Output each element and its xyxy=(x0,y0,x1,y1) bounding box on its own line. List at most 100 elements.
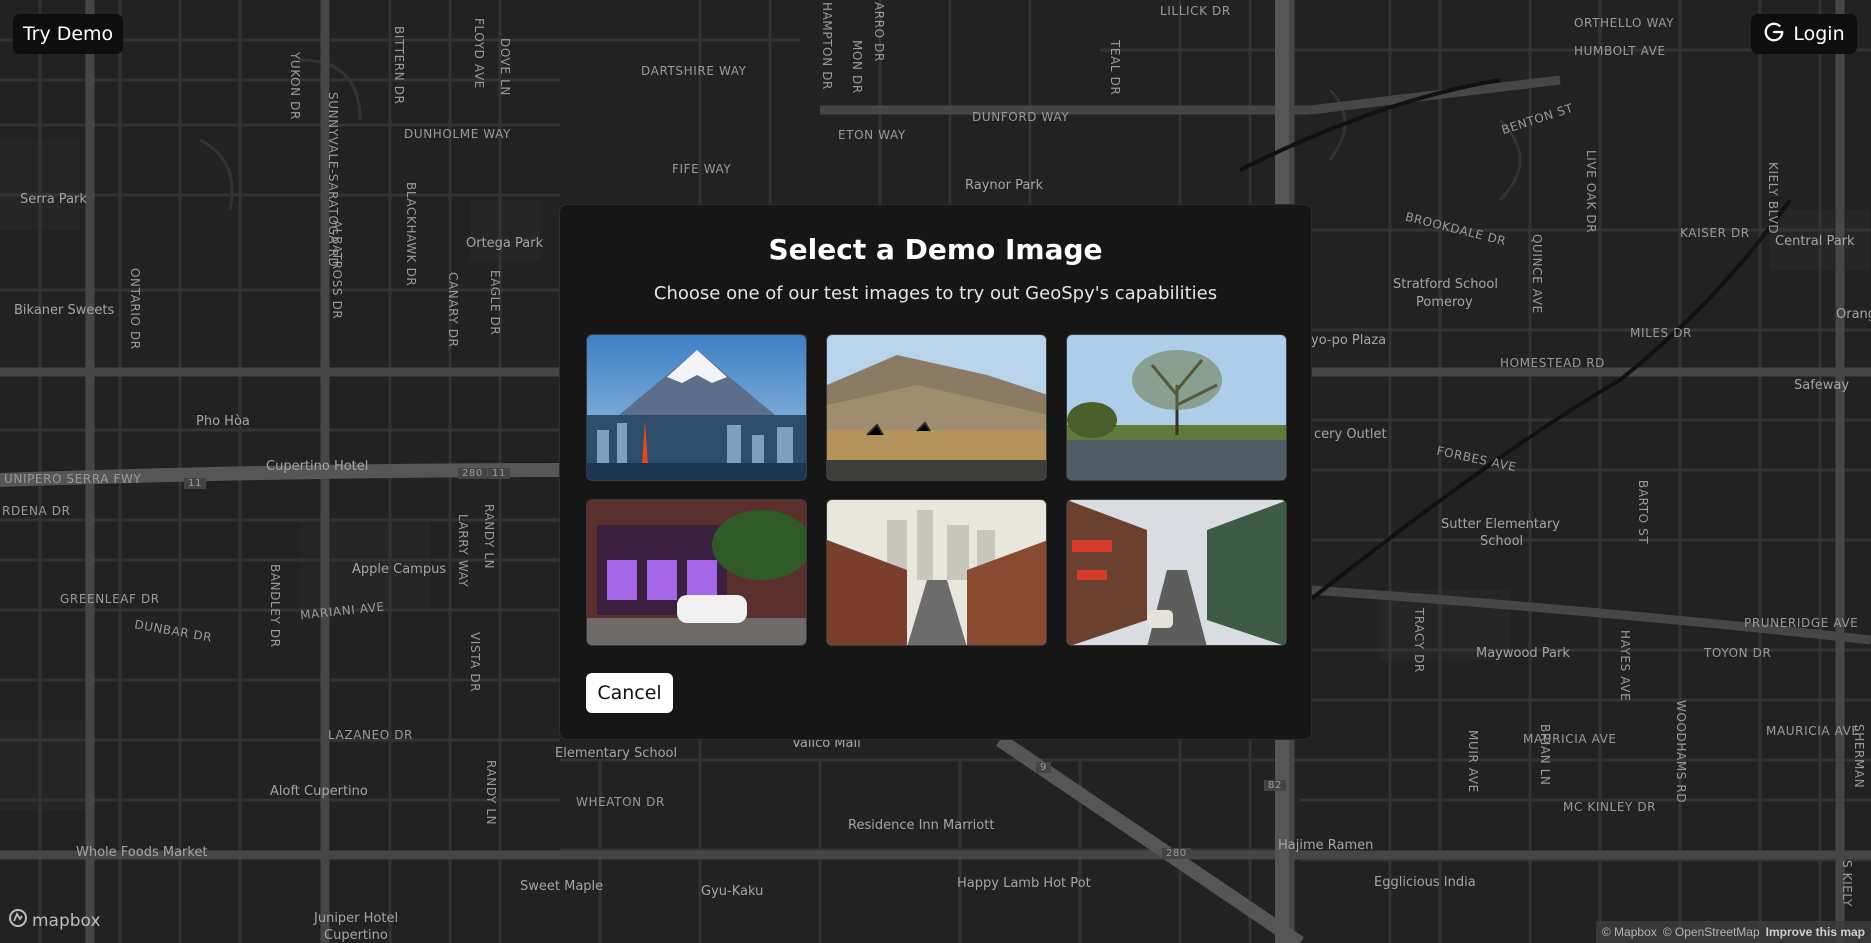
poi-label[interactable]: yo-po Plaza xyxy=(1311,333,1386,348)
poi-label[interactable]: Happy Lamb Hot Pot xyxy=(957,876,1091,891)
poi-label[interactable]: Hajime Ramen xyxy=(1278,838,1373,853)
route-shield: 280 xyxy=(458,468,487,479)
poi-label[interactable]: Raynor Park xyxy=(965,178,1043,193)
poi-label[interactable]: Sutter Elementary xyxy=(1441,517,1560,532)
poi-label[interactable]: Sweet Maple xyxy=(520,879,603,894)
poi-label[interactable]: Egglicious India xyxy=(1374,875,1476,890)
poi-label[interactable]: Maywood Park xyxy=(1476,646,1570,661)
street-label: TEAL DR xyxy=(1108,40,1122,96)
street-label: MUIR AVE xyxy=(1466,730,1480,793)
poi-label[interactable]: Cupertino xyxy=(324,928,388,943)
cancel-button[interactable]: Cancel xyxy=(586,673,673,713)
street-label: TOYON DR xyxy=(1704,646,1772,660)
demo-image-chinatown[interactable] xyxy=(1066,499,1287,646)
street-label: BLACKHAWK DR xyxy=(404,182,418,287)
street-label: HUMBOLT AVE xyxy=(1574,44,1666,58)
poi-label[interactable]: Ortega Park xyxy=(466,236,543,251)
street-label: EAGLE DR xyxy=(488,270,502,336)
poi-label[interactable]: Juniper Hotel xyxy=(314,911,398,926)
route-shield: 280 xyxy=(1162,848,1191,859)
demo-image-dialog: Select a Demo Image Choose one of our te… xyxy=(559,204,1312,740)
street-label: WHEATON DR xyxy=(576,795,665,809)
street-label: GREENLEAF DR xyxy=(60,592,160,606)
street-label: LARRY WAY xyxy=(456,514,470,588)
mapbox-logo-text: mapbox xyxy=(32,910,101,931)
street-label: DUNHOLME WAY xyxy=(404,127,511,141)
try-demo-label: Try Demo xyxy=(22,23,114,45)
street-label: RDENA DR xyxy=(2,504,71,518)
attribution-osm-link[interactable]: © OpenStreetMap xyxy=(1663,925,1760,939)
street-label: BARTO ST xyxy=(1636,480,1650,545)
route-shield: 11 xyxy=(184,478,206,489)
street-label: DARTSHIRE WAY xyxy=(641,64,747,78)
poi-label[interactable]: Apple Campus xyxy=(352,562,446,577)
improve-map-link[interactable]: Improve this map xyxy=(1766,925,1865,939)
street-label: CANARY DR xyxy=(446,272,460,348)
street-label: ETON WAY xyxy=(838,128,906,142)
poi-label[interactable]: Residence Inn Marriott xyxy=(848,818,994,833)
street-label: BRIAN LN xyxy=(1538,724,1552,786)
street-label: QUINCE AVE xyxy=(1530,234,1544,314)
street-label: SHERMAN xyxy=(1852,724,1866,789)
street-label: VISTA DR xyxy=(468,632,482,693)
login-label: Login xyxy=(1793,23,1845,45)
street-label: PRUNERIDGE AVE xyxy=(1744,616,1859,630)
street-label: ONTARIO DR xyxy=(128,268,142,350)
poi-label[interactable]: Stratford School xyxy=(1393,277,1498,292)
street-label: KIELY BLVD xyxy=(1766,162,1780,235)
poi-label[interactable]: Safeway xyxy=(1794,378,1849,393)
street-label: LAZANEO DR xyxy=(328,728,413,742)
street-label: WOODHAMS RD xyxy=(1674,700,1688,804)
street-label: ALBATROSS DR xyxy=(330,220,344,320)
demo-image-storefront[interactable] xyxy=(586,499,807,646)
street-label: DOVE LN xyxy=(498,38,512,96)
poi-label[interactable]: Bikaner Sweets xyxy=(14,303,114,318)
poi-label[interactable]: Pho Hòa xyxy=(196,414,250,429)
poi-label[interactable]: Pomeroy xyxy=(1416,295,1473,310)
try-demo-button[interactable]: Try Demo xyxy=(13,14,123,54)
street-label: BITTERN DR xyxy=(392,26,406,105)
street-label: RANDY LN xyxy=(482,504,496,570)
route-shield: 82 xyxy=(1264,780,1286,791)
demo-image-park[interactable] xyxy=(1066,334,1287,481)
demo-image-city-street[interactable] xyxy=(826,499,1047,646)
poi-label[interactable]: Whole Foods Market xyxy=(76,845,208,860)
poi-label[interactable]: Elementary School xyxy=(555,746,677,761)
poi-label[interactable]: Central Park xyxy=(1775,234,1855,249)
poi-label[interactable]: School xyxy=(1480,534,1523,549)
street-label: LIVE OAK DR xyxy=(1584,150,1598,234)
poi-label[interactable]: Aloft Cupertino xyxy=(270,784,368,799)
poi-label[interactable]: Gyu-Kaku xyxy=(701,884,763,899)
poi-label[interactable]: cery Outlet xyxy=(1314,427,1387,442)
street-label: MILES DR xyxy=(1630,326,1692,340)
login-button[interactable]: Login xyxy=(1751,14,1857,54)
street-label: HAYES AVE xyxy=(1618,630,1632,702)
street-label: ARRO DR xyxy=(872,2,886,62)
map-attribution: © Mapbox © OpenStreetMap Improve this ma… xyxy=(1595,921,1871,943)
street-label: HOMESTEAD RD xyxy=(1500,356,1605,370)
street-label: FIFE WAY xyxy=(672,162,732,176)
street-label: ORTHELLO WAY xyxy=(1574,16,1675,30)
dialog-subtitle: Choose one of our test images to try out… xyxy=(653,283,1218,304)
dialog-title: Select a Demo Image xyxy=(768,233,1103,266)
demo-image-fuji[interactable] xyxy=(586,334,807,481)
street-label: RANDY LN xyxy=(484,760,498,826)
street-label: YUKON DR xyxy=(288,52,302,120)
attribution-mapbox-link[interactable]: © Mapbox xyxy=(1602,925,1657,939)
route-shield: 9 xyxy=(1036,762,1051,773)
demo-image-oil-field[interactable] xyxy=(826,334,1047,481)
poi-label[interactable]: Serra Park xyxy=(20,192,87,207)
street-label: FLOYD AVE xyxy=(472,18,486,89)
street-label: KAISER DR xyxy=(1680,226,1750,240)
route-shield: 11 xyxy=(488,468,510,479)
street-label: TRACY DR xyxy=(1412,608,1426,673)
street-label: DUNFORD WAY xyxy=(972,110,1070,124)
street-label: HAMPTON DR xyxy=(820,2,834,90)
mapbox-logo[interactable]: mapbox xyxy=(8,908,101,933)
poi-label[interactable]: Orang xyxy=(1836,307,1871,322)
street-label: MON DR xyxy=(850,40,864,94)
google-icon xyxy=(1763,21,1785,48)
poi-label[interactable]: Cupertino Hotel xyxy=(266,459,368,474)
street-label: MC KINLEY DR xyxy=(1563,800,1657,814)
street-label: S KIELY xyxy=(1840,860,1854,908)
